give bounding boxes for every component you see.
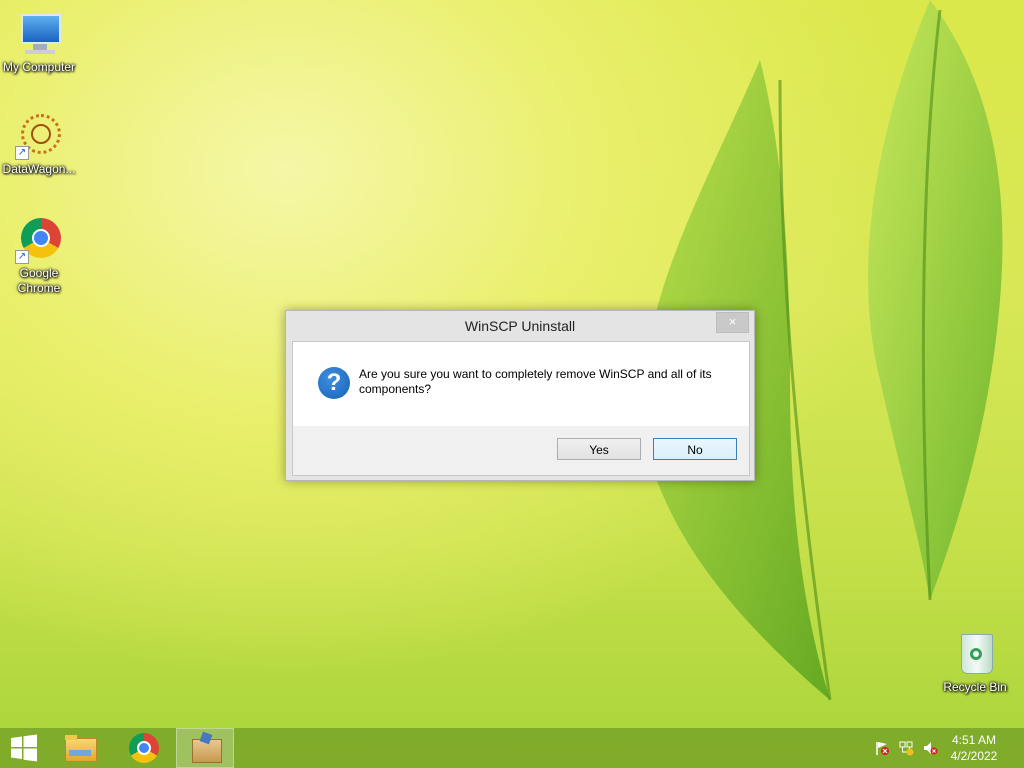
- start-button[interactable]: [0, 728, 48, 768]
- computer-icon: [15, 10, 63, 58]
- desktop-icon-label: DataWagon...: [2, 162, 76, 176]
- taskbar-chrome-icon[interactable]: [120, 728, 168, 768]
- clock-time: 4:51 AM: [951, 733, 997, 747]
- desktop-icon-google-chrome[interactable]: ↗ Google Chrome: [0, 216, 78, 296]
- taskbar-clock[interactable]: 4:51 AM 4/2/2022: [944, 732, 1004, 764]
- yes-button[interactable]: Yes: [557, 438, 641, 460]
- recycle-bin-icon: [951, 630, 999, 678]
- shortcut-arrow-icon: ↗: [15, 146, 29, 160]
- chrome-icon: ↗: [15, 216, 63, 264]
- installer-icon[interactable]: [176, 728, 234, 768]
- action-center-flag-icon[interactable]: [874, 740, 890, 756]
- taskbar: 4:51 AM 4/2/2022: [0, 728, 1024, 768]
- windows-logo-icon: [11, 734, 37, 762]
- no-button[interactable]: No: [653, 438, 737, 460]
- volume-muted-icon[interactable]: [922, 740, 938, 756]
- desktop-icon-my-computer[interactable]: My Computer: [0, 10, 78, 75]
- dialog-title: WinSCP Uninstall: [464, 318, 576, 334]
- dialog-client: ? Are you sure you want to completely re…: [292, 341, 750, 476]
- file-explorer-icon[interactable]: [56, 728, 104, 768]
- uninstall-dialog: WinSCP Uninstall × ? Are you sure you wa…: [285, 310, 755, 481]
- close-button[interactable]: ×: [716, 312, 749, 333]
- desktop-icon-datawagon[interactable]: ↗ DataWagon...: [0, 112, 78, 177]
- desktop-icon-label: Recycle Bin: [943, 680, 1007, 694]
- shortcut-arrow-icon: ↗: [15, 250, 29, 264]
- message-area: ? Are you sure you want to completely re…: [293, 342, 749, 426]
- desktop-icon-recycle-bin[interactable]: Recycle Bin: [936, 630, 1014, 695]
- desktop-icon-label: My Computer: [2, 60, 76, 74]
- datawagon-icon: ↗: [15, 112, 63, 160]
- network-icon[interactable]: [898, 740, 914, 756]
- desktop-icon-label: Google Chrome: [17, 266, 61, 295]
- dialog-message: Are you sure you want to completely remo…: [359, 367, 712, 396]
- clock-date: 4/2/2022: [950, 749, 998, 763]
- question-icon: ?: [318, 367, 350, 399]
